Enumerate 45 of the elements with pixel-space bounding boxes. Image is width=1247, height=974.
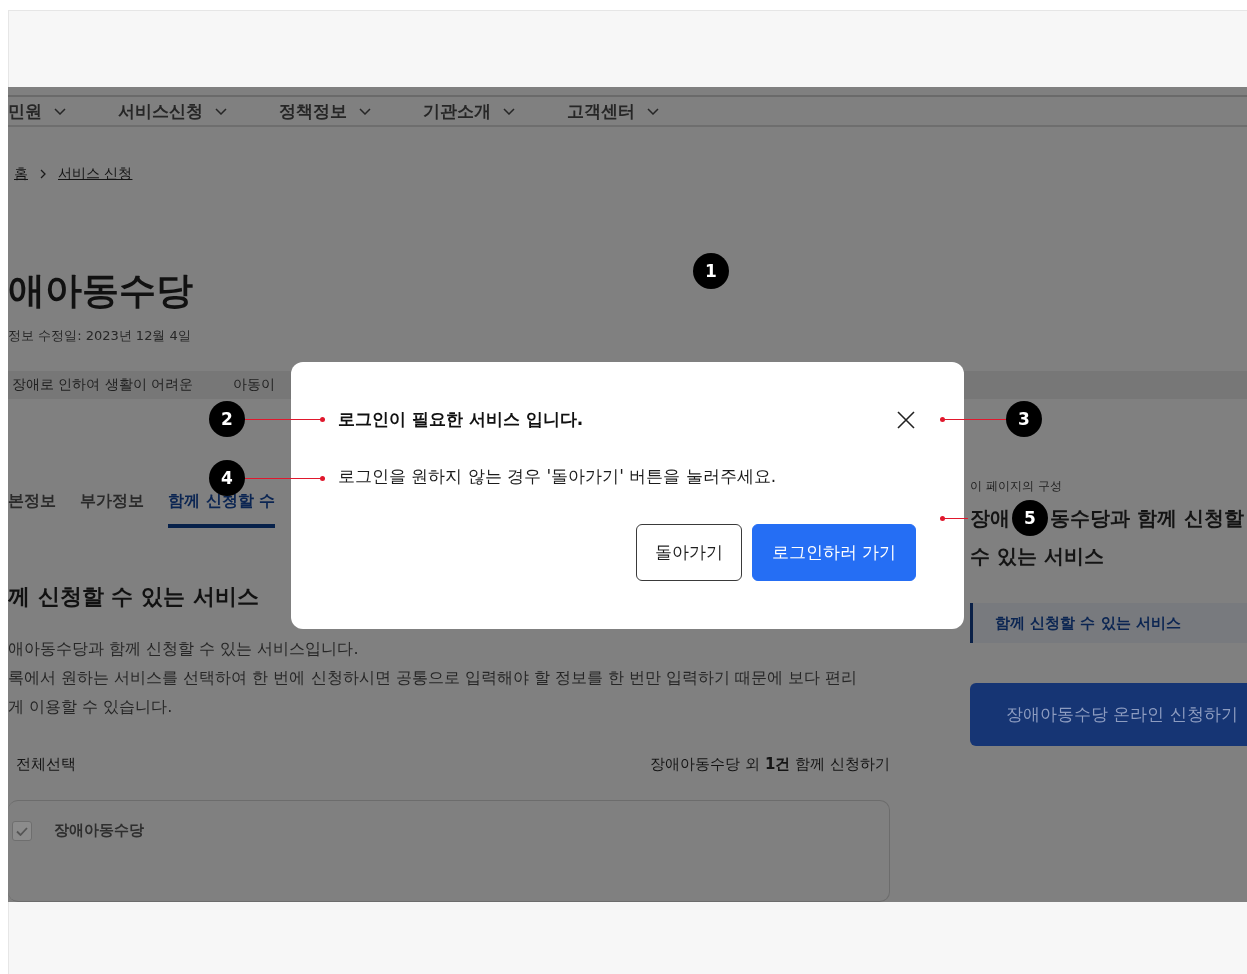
banner-text: 장애로 인하여 생활이 어려운: [12, 376, 194, 394]
checkmark-icon: [16, 826, 28, 836]
chevron-down-icon: [359, 107, 371, 115]
toc-caption: 이 페이지의 구성: [970, 478, 1062, 495]
description-line: 록에서 원하는 서비스를 선택하여 한 번에 신청하시면 공통으로 입력해야 할 정보를 한 번만 입력하기 때문에 보다 편리: [8, 667, 859, 689]
content-tab[interactable]: 부가정보: [80, 491, 144, 528]
breadcrumb-link[interactable]: 홈: [14, 165, 28, 183]
leader-line: [940, 518, 968, 519]
page-title: 애아동수당: [8, 269, 193, 313]
nav-menu-item[interactable]: 민원: [8, 99, 66, 123]
apply-online-button[interactable]: 장애아동수당 온라인 신청하기: [970, 683, 1247, 746]
chevron-down-icon: [215, 107, 227, 115]
banner-text: 아동이: [233, 376, 276, 394]
chevron-right-icon: [40, 169, 46, 179]
callout-number: 3: [1006, 401, 1042, 437]
callout-number: 5: [1012, 500, 1048, 536]
dialog-message: 로그인을 원하지 않는 경우 '돌아가기' 버튼을 눌러주세요.: [338, 465, 778, 488]
content-tab[interactable]: 본정보: [8, 491, 56, 528]
toc-title: 수 있는 서비스: [970, 542, 1104, 570]
login-button[interactable]: 로그인하러 가기: [751, 524, 916, 581]
nav-menu-item[interactable]: 서비스신청: [118, 99, 227, 123]
apply-summary: 장애아동수당 외 1건 함께 신청하기: [650, 755, 890, 774]
chevron-down-icon: [647, 107, 659, 115]
toc-title: 장애: [970, 504, 1010, 532]
service-name: 장애아동수당: [54, 821, 144, 840]
dialog-title: 로그인이 필요한 서비스 입니다.: [338, 408, 584, 431]
toc-title: 동수당과 함께 신청할: [1050, 504, 1244, 532]
callout-number: 2: [209, 401, 245, 437]
checkbox[interactable]: [12, 821, 32, 841]
nav-menu-item[interactable]: 정책정보: [279, 99, 371, 123]
chevron-down-icon: [503, 107, 515, 115]
close-icon: [896, 409, 916, 430]
toc-link[interactable]: 함께 신청할 수 있는 서비스: [970, 603, 1247, 643]
nav-menu-item[interactable]: 기관소개: [423, 99, 515, 123]
select-all-label[interactable]: 전체선택: [16, 755, 76, 774]
back-button[interactable]: 돌아가기: [635, 524, 742, 581]
nav-menu-item[interactable]: 고객센터: [567, 99, 659, 123]
description-line: 게 이용할 수 있습니다.: [8, 696, 174, 718]
breadcrumb-link[interactable]: 서비스 신청: [58, 165, 133, 183]
section-title: 께 신청할 수 있는 서비스: [8, 583, 259, 611]
callout-number: 1: [693, 253, 729, 289]
updated-date: 정보 수정일: 2023년 12월 4일: [8, 327, 191, 345]
description-line: 애아동수당과 함께 신청할 수 있는 서비스입니다.: [8, 638, 360, 660]
close-button[interactable]: [896, 409, 916, 430]
chevron-down-icon: [54, 107, 66, 115]
